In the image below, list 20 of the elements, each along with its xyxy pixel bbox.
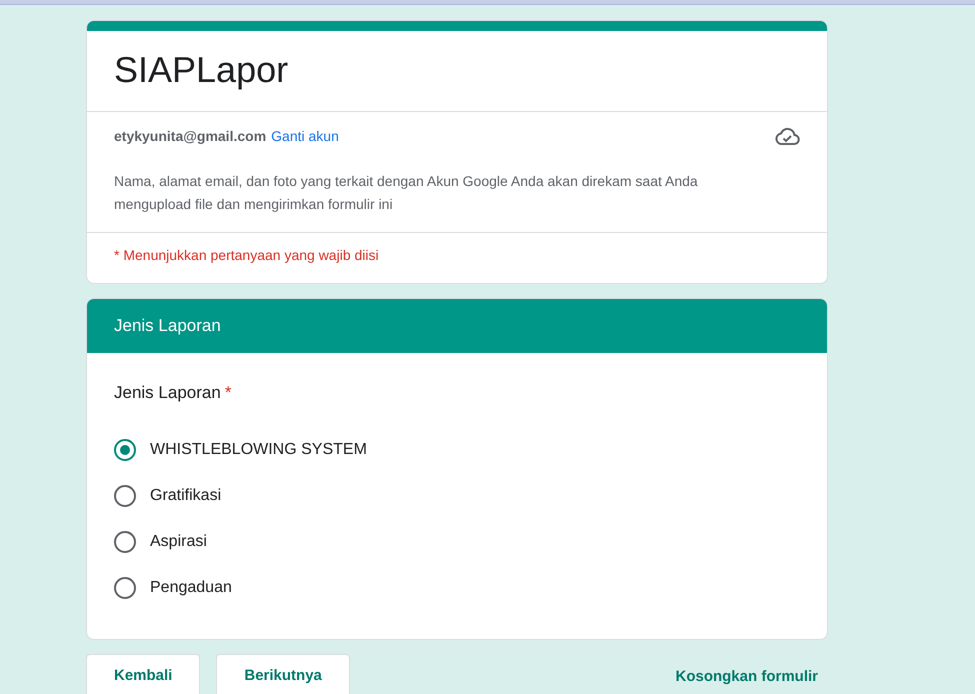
radio-button[interactable] bbox=[114, 439, 136, 461]
next-button[interactable]: Berikutnya bbox=[216, 654, 350, 694]
back-button[interactable]: Kembali bbox=[86, 654, 200, 694]
cloud-check-icon bbox=[774, 126, 800, 146]
radio-button[interactable] bbox=[114, 531, 136, 553]
privacy-notice: Nama, alamat email, dan foto yang terkait dengan Akun Google Anda akan direkam saat Anda mengupload file dan mengirimkan formulir ini bbox=[114, 172, 699, 214]
clear-form-button[interactable]: Kosongkan formulir bbox=[675, 668, 828, 685]
switch-account-link[interactable]: Ganti akun bbox=[271, 128, 339, 144]
account-email: etykyunita@gmail.com bbox=[114, 128, 266, 144]
required-note: * Menunjukkan pertanyaan yang wajib diisi bbox=[113, 246, 380, 265]
form-title: SIAPLapor bbox=[114, 49, 290, 91]
radio-button[interactable] bbox=[114, 577, 136, 599]
required-mark: * bbox=[224, 383, 232, 403]
radio-button[interactable] bbox=[114, 485, 136, 507]
option-label[interactable]: Gratifikasi bbox=[150, 487, 222, 505]
option-label[interactable]: WHISTLEBLOWING SYSTEM bbox=[150, 441, 367, 459]
section-header: Jenis Laporan bbox=[87, 299, 827, 353]
question-label: Jenis Laporan bbox=[114, 383, 221, 403]
option-label[interactable]: Aspirasi bbox=[150, 533, 207, 551]
option-label[interactable]: Pengaduan bbox=[150, 579, 232, 597]
